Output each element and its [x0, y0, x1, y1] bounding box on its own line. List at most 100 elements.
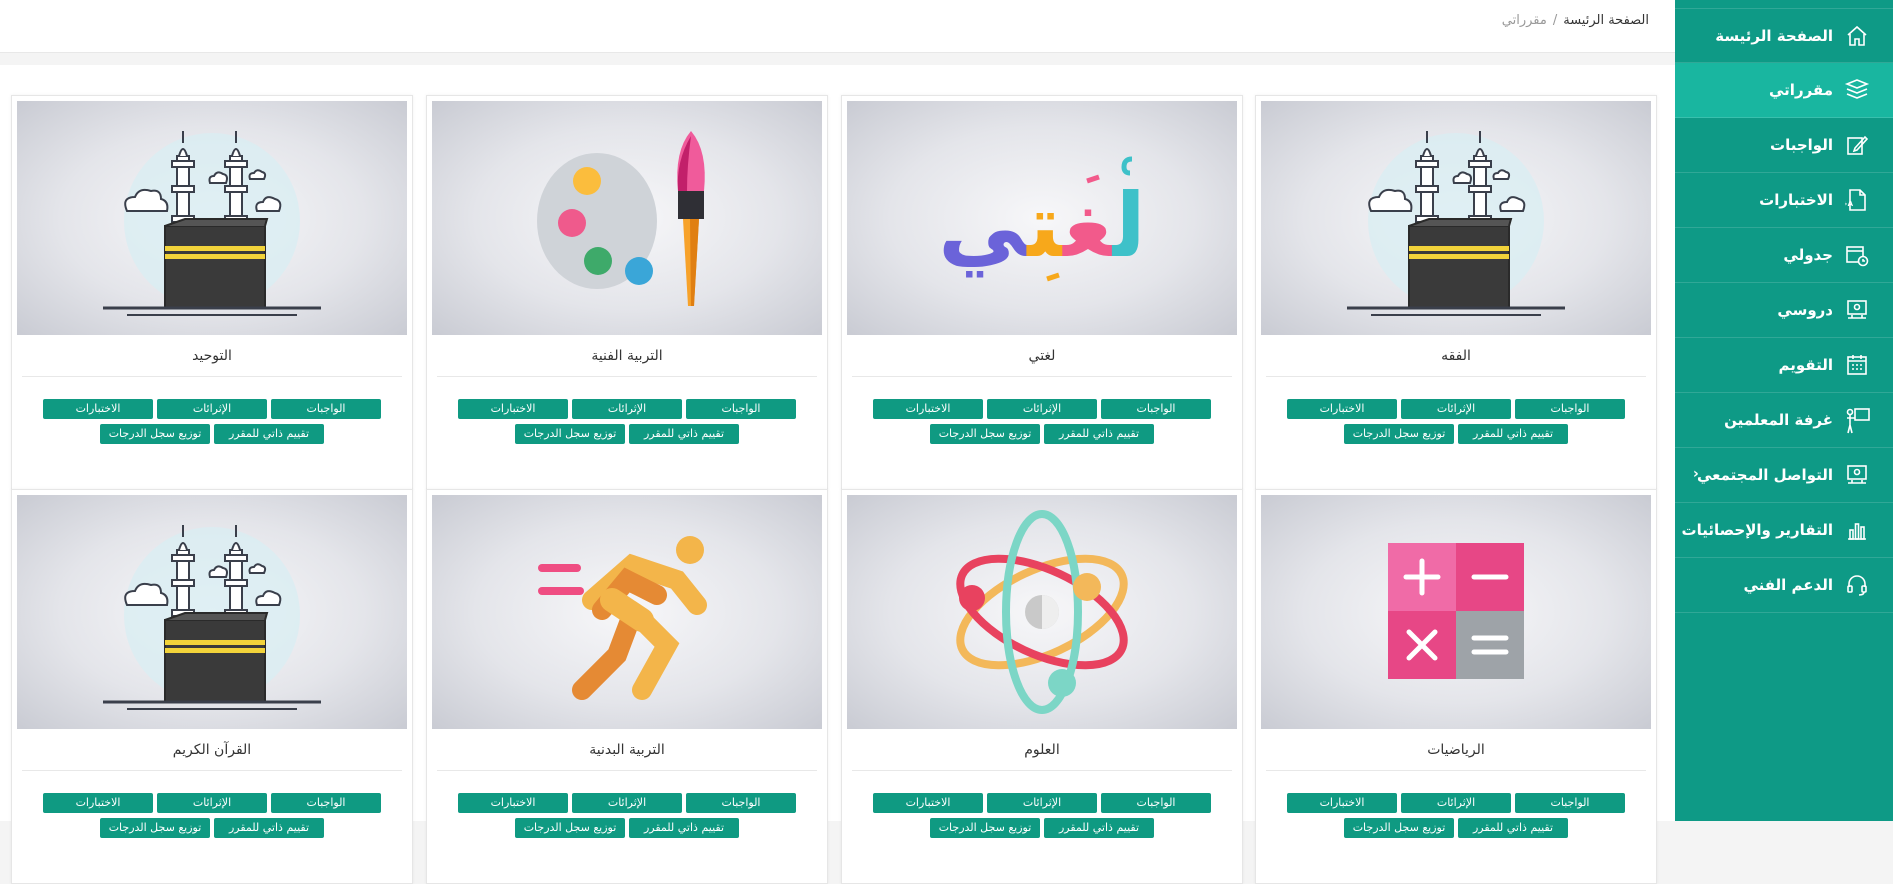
sidebar-item-lessons[interactable]: دروسي: [1675, 283, 1893, 338]
course-actions-primary: الواجبات الإثرائات الاختبارات: [427, 793, 827, 813]
sidebar-item-label: الصفحة الرئيسة: [1715, 26, 1833, 45]
self-assessment-button[interactable]: تقييم ذاتي للمقرر: [629, 424, 739, 444]
assignments-button[interactable]: الواجبات: [1101, 399, 1211, 419]
gradebook-button[interactable]: توزيع سجل الدرجات: [1344, 424, 1454, 444]
sidebar-item-assignments[interactable]: الواجبات: [1675, 118, 1893, 173]
enrichments-button[interactable]: الإثرائات: [157, 399, 267, 419]
lessons-icon: [1843, 296, 1871, 324]
course-title[interactable]: الفقه: [1266, 348, 1646, 377]
course-title[interactable]: لغتي: [852, 348, 1232, 377]
assignments-button[interactable]: الواجبات: [686, 793, 796, 813]
assignments-button[interactable]: الواجبات: [1515, 399, 1625, 419]
course-title[interactable]: التوحيد: [22, 348, 402, 377]
sidebar-item-reports[interactable]: التقارير والإحصائيات: [1675, 503, 1893, 558]
tests-button[interactable]: الاختبارات: [43, 399, 153, 419]
gradebook-button[interactable]: توزيع سجل الدرجات: [515, 424, 625, 444]
gradebook-button[interactable]: توزيع سجل الدرجات: [100, 424, 210, 444]
course-image[interactable]: [1261, 495, 1651, 729]
enrichments-button[interactable]: الإثرائات: [572, 399, 682, 419]
self-assessment-button[interactable]: تقييم ذاتي للمقرر: [214, 424, 324, 444]
gradebook-button[interactable]: توزيع سجل الدرجات: [515, 818, 625, 838]
svg-text:A+: A+: [1845, 200, 1854, 208]
sidebar-item-schedule[interactable]: جدولي: [1675, 228, 1893, 283]
sidebar-item-community[interactable]: التواصل المجتمعي ‹: [1675, 448, 1893, 503]
bar-chart-icon: [1843, 516, 1871, 544]
home-icon: [1843, 22, 1871, 50]
tests-button[interactable]: الاختبارات: [1287, 793, 1397, 813]
self-assessment-button[interactable]: تقييم ذاتي للمقرر: [214, 818, 324, 838]
tests-button[interactable]: الاختبارات: [458, 399, 568, 419]
breadcrumb: الصفحة الرئيسة / مقرراتي: [1502, 13, 1649, 28]
course-image[interactable]: [432, 495, 822, 729]
assignments-button[interactable]: الواجبات: [686, 399, 796, 419]
course-card[interactable]: العلوم الواجبات الإثرائات الاختبارات تقييم ذ…: [841, 489, 1243, 884]
enrichments-button[interactable]: الإثرائات: [1401, 399, 1511, 419]
course-card[interactable]: لغتي لغتي الواجبات الإثرائات الاختبارات تقيي…: [841, 95, 1243, 490]
tests-button[interactable]: الاختبارات: [1287, 399, 1397, 419]
assignments-button[interactable]: الواجبات: [1515, 793, 1625, 813]
sidebar-item-label: غرفة المعلمين: [1724, 411, 1833, 429]
course-image[interactable]: [17, 495, 407, 729]
enrichments-button[interactable]: الإثرائات: [572, 793, 682, 813]
assignments-button[interactable]: الواجبات: [271, 793, 381, 813]
top-bar: الصفحة الرئيسة / مقرراتي: [0, 0, 1675, 53]
self-assessment-button[interactable]: تقييم ذاتي للمقرر: [1044, 424, 1154, 444]
gradebook-button[interactable]: توزيع سجل الدرجات: [1344, 818, 1454, 838]
sidebar: الصفحة الرئيسة مقرراتي الواجبات A+ الاخت…: [1675, 0, 1893, 821]
sidebar-item-support[interactable]: الدعم الفني: [1675, 558, 1893, 613]
course-actions-primary: الواجبات الإثرائات الاختبارات: [842, 793, 1242, 813]
gradebook-button[interactable]: توزيع سجل الدرجات: [930, 818, 1040, 838]
tests-button[interactable]: الاختبارات: [873, 399, 983, 419]
breadcrumb-home[interactable]: الصفحة الرئيسة: [1563, 13, 1649, 28]
course-image[interactable]: لغتي: [847, 101, 1237, 335]
tests-button[interactable]: الاختبارات: [873, 793, 983, 813]
course-title[interactable]: العلوم: [852, 742, 1232, 771]
sidebar-item-my-courses[interactable]: مقرراتي: [1675, 63, 1893, 118]
enrichments-button[interactable]: الإثرائات: [157, 793, 267, 813]
assignments-button[interactable]: الواجبات: [271, 399, 381, 419]
course-card[interactable]: الرياضيات الواجبات الإثرائات الاختبارات تقيي…: [1255, 489, 1657, 884]
sidebar-item-tests[interactable]: A+ الاختبارات: [1675, 173, 1893, 228]
tests-button[interactable]: الاختبارات: [458, 793, 568, 813]
enrichments-button[interactable]: الإثرائات: [987, 793, 1097, 813]
course-actions-secondary: تقييم ذاتي للمقرر توزيع سجل الدرجات: [427, 424, 827, 444]
gradebook-button[interactable]: توزيع سجل الدرجات: [100, 818, 210, 838]
sidebar-item-label: مقرراتي: [1769, 81, 1833, 99]
assignments-button[interactable]: الواجبات: [1101, 793, 1211, 813]
enrichments-button[interactable]: الإثرائات: [987, 399, 1097, 419]
course-card[interactable]: القرآن الكريم الواجبات الإثرائات الاختبارات…: [11, 489, 413, 884]
enrichments-button[interactable]: الإثرائات: [1401, 793, 1511, 813]
sidebar-item-calendar[interactable]: التقويم: [1675, 338, 1893, 393]
tests-button[interactable]: الاختبارات: [43, 793, 153, 813]
self-assessment-button[interactable]: تقييم ذاتي للمقرر: [629, 818, 739, 838]
course-title[interactable]: التربية البدنية: [437, 742, 817, 771]
course-actions-primary: الواجبات الإثرائات الاختبارات: [1256, 793, 1656, 813]
books-icon: [1843, 76, 1871, 104]
course-title[interactable]: التربية الفنية: [437, 348, 817, 377]
sidebar-item-home[interactable]: الصفحة الرئيسة: [1675, 8, 1893, 63]
course-image[interactable]: [847, 495, 1237, 729]
sidebar-item-label: التقويم: [1778, 356, 1834, 374]
course-card[interactable]: الفقه الواجبات الإثرائات الاختبارات تقييم ذا…: [1255, 95, 1657, 490]
course-card[interactable]: التربية الفنية الواجبات الإثرائات الاختبارا…: [426, 95, 828, 490]
course-image[interactable]: [432, 101, 822, 335]
calendar-clock-icon: [1843, 241, 1871, 269]
self-assessment-button[interactable]: تقييم ذاتي للمقرر: [1458, 424, 1568, 444]
gradebook-button[interactable]: توزيع سجل الدرجات: [930, 424, 1040, 444]
course-image[interactable]: [1261, 101, 1651, 335]
course-card[interactable]: التربية البدنية الواجبات الإثرائات الاختبار…: [426, 489, 828, 884]
sidebar-item-label: جدولي: [1783, 246, 1833, 264]
chevron-left-icon[interactable]: ‹: [1693, 466, 1699, 482]
sidebar-item-teachers-room[interactable]: غرفة المعلمين: [1675, 393, 1893, 448]
course-actions-primary: الواجبات الإثرائات الاختبارات: [427, 399, 827, 419]
course-image[interactable]: [17, 101, 407, 335]
self-assessment-button[interactable]: تقييم ذاتي للمقرر: [1044, 818, 1154, 838]
course-actions-primary: الواجبات الإثرائات الاختبارات: [842, 399, 1242, 419]
course-card[interactable]: التوحيد الواجبات الإثرائات الاختبارات تقييم …: [11, 95, 413, 490]
teacher-board-icon: [1843, 406, 1871, 434]
course-actions-secondary: تقييم ذاتي للمقرر توزيع سجل الدرجات: [842, 424, 1242, 444]
course-actions-secondary: تقييم ذاتي للمقرر توزيع سجل الدرجات: [1256, 424, 1656, 444]
course-title[interactable]: القرآن الكريم: [22, 742, 402, 771]
course-title[interactable]: الرياضيات: [1266, 742, 1646, 771]
self-assessment-button[interactable]: تقييم ذاتي للمقرر: [1458, 818, 1568, 838]
